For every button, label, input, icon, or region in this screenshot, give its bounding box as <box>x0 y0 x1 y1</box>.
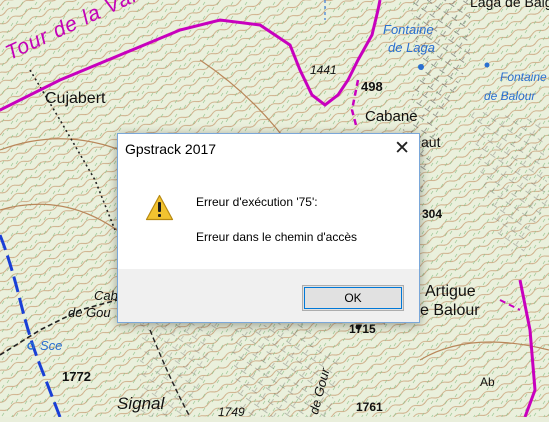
error-dialog: Gpstrack 2017 ✕ Erreur d'exécution '75':… <box>117 133 420 323</box>
dialog-title-bar[interactable]: Gpstrack 2017 ✕ <box>118 134 419 165</box>
close-icon[interactable]: ✕ <box>394 139 410 158</box>
dialog-content: Erreur d'exécution '75': Erreur dans le … <box>118 165 419 269</box>
place-label-aut: aut <box>421 134 441 150</box>
place-label-artigue: Artigue <box>425 283 476 300</box>
error-message-title: Erreur d'exécution '75': <box>196 195 318 209</box>
place-label-ab: Ab <box>480 375 495 389</box>
place-label-de-gou: de Gou <box>68 305 111 320</box>
place-label-cujabert: Cujabert <box>45 90 106 107</box>
dialog-title: Gpstrack 2017 <box>125 141 217 157</box>
spring-label-de-laga: de Laga <box>388 40 435 55</box>
altitude-label-1441: 1441 <box>310 63 337 77</box>
place-label-cabane: Cabane <box>365 108 418 125</box>
altitude-label-1761: 1761 <box>356 400 383 414</box>
altitude-label-1772: 1772 <box>62 369 91 384</box>
altitude-label-1715: 1715 <box>349 322 376 336</box>
error-message-detail: Erreur dans le chemin d'accès <box>196 230 358 244</box>
spring-label-de-balour: de Balour <box>484 89 536 103</box>
spring-label-fontaine-balour: Fontaine <box>500 70 547 84</box>
spring-label-fontaine: Fontaine <box>383 22 434 37</box>
warning-icon <box>145 194 174 221</box>
place-label-cab: Cab <box>94 288 118 303</box>
altitude-label-498: 498 <box>361 79 383 94</box>
altitude-label-304: 304 <box>422 207 443 221</box>
place-label-laga-de-baigt: Laga de Baigt <box>470 0 549 10</box>
spring-label-sce: Sce <box>40 338 63 353</box>
ok-button[interactable]: OK <box>302 285 404 311</box>
place-label-signal: Signal <box>117 394 165 413</box>
place-label-le-balour: e Balour <box>420 302 480 319</box>
